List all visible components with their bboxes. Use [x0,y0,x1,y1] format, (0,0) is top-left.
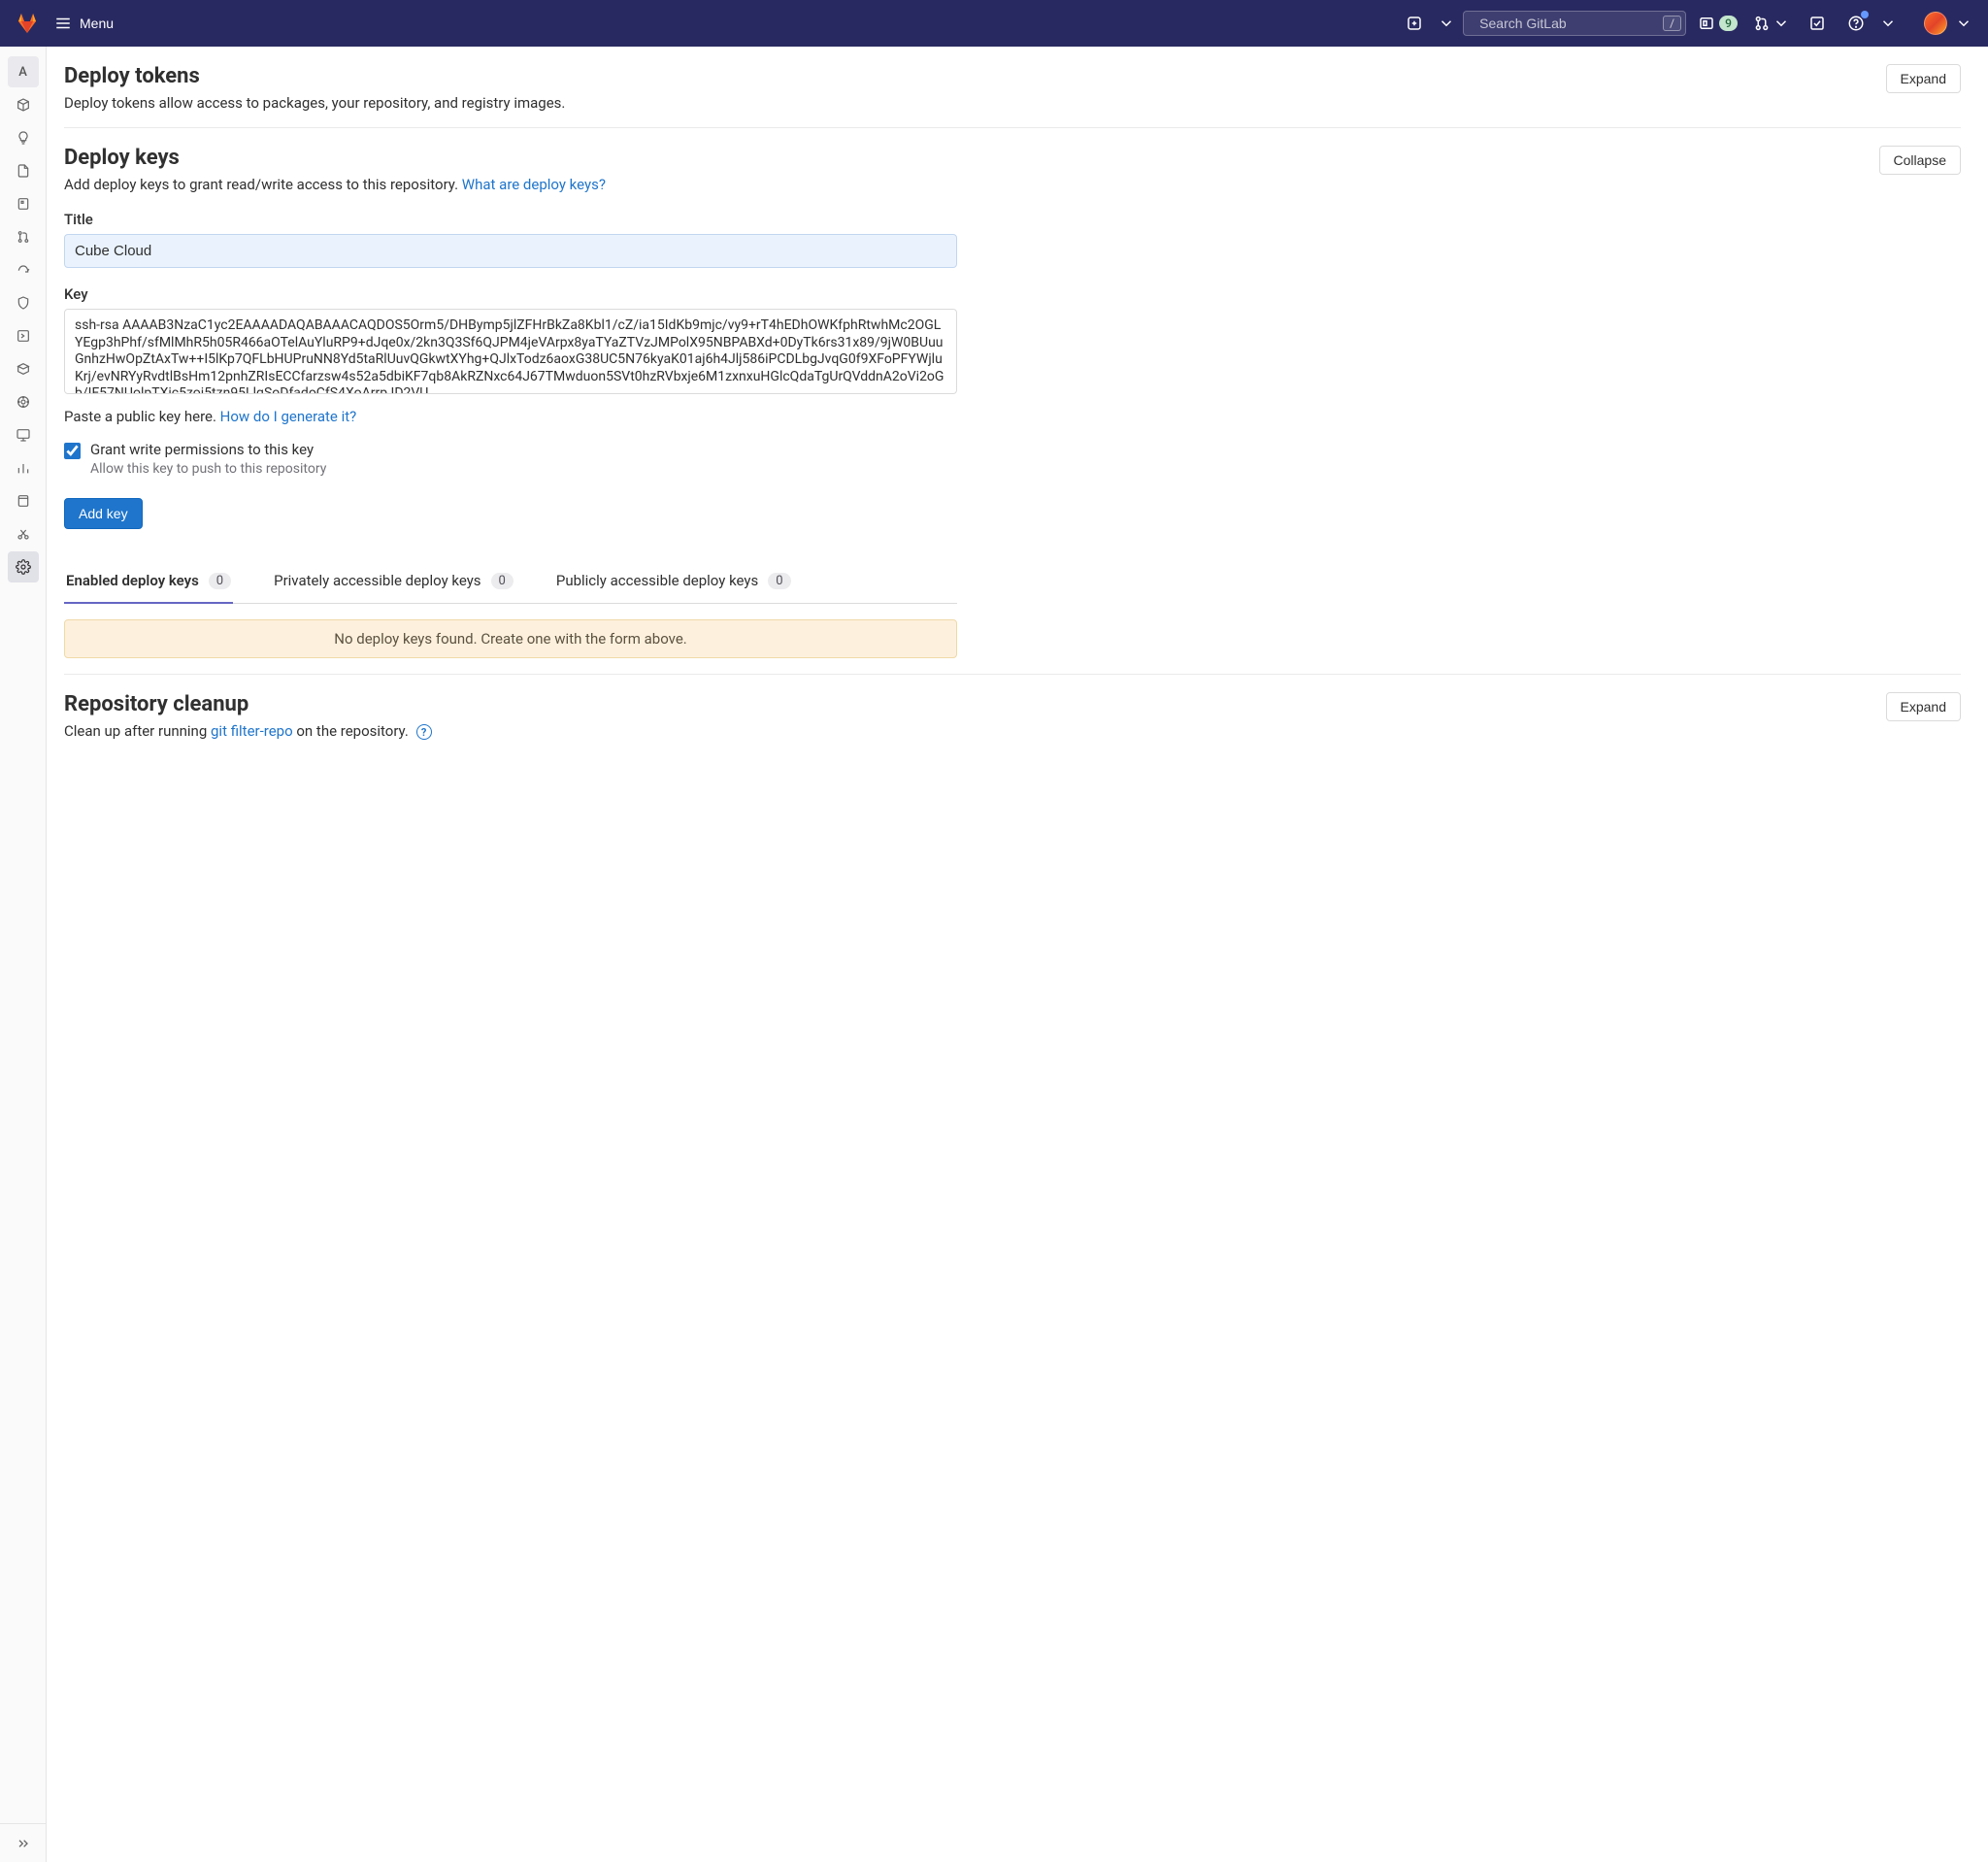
chevron-down-icon[interactable] [1438,8,1455,39]
issues-nav-icon[interactable]: 9 [1694,8,1741,39]
sidebar-snippets-icon[interactable] [8,518,39,549]
key-hint: Paste a public key here. How do I genera… [64,408,957,425]
sidebar-cicd-icon[interactable] [8,254,39,285]
deploy-keys-title: Deploy keys [64,146,606,170]
menu-button[interactable]: Menu [47,9,121,38]
gitlab-logo-icon[interactable] [16,12,39,35]
help-icon[interactable]: ? [416,724,432,740]
empty-deploy-keys: No deploy keys found. Create one with th… [64,619,957,658]
sidebar-monitor-icon[interactable] [8,419,39,450]
search-box[interactable]: / [1463,11,1686,36]
deploy-tokens-description: Deploy tokens allow access to packages, … [64,94,565,112]
sidebar-collapse-icon[interactable] [0,1823,46,1862]
title-input[interactable] [64,234,957,268]
sidebar-wiki-icon[interactable] [8,485,39,516]
deploy-keys-section: Deploy keys Add deploy keys to grant rea… [64,128,1961,675]
title-label: Title [64,211,957,228]
todos-nav-icon[interactable] [1802,8,1833,39]
deploy-tokens-title: Deploy tokens [64,64,565,88]
deploy-keys-tabs: Enabled deploy keys 0 Privately accessib… [64,558,957,604]
user-avatar[interactable] [1924,12,1947,35]
menu-label: Menu [80,16,114,31]
plus-icon[interactable] [1399,8,1430,39]
write-perm-help: Allow this key to push to this repositor… [90,461,326,477]
key-textarea[interactable] [64,309,957,394]
what-are-deploy-keys-link[interactable]: What are deploy keys? [462,176,606,193]
sidebar-analytics-icon[interactable] [8,452,39,483]
help-notification-dot [1861,11,1869,18]
search-kbd: / [1663,16,1681,31]
expand-cleanup-button[interactable]: Expand [1886,692,1961,721]
key-label: Key [64,285,957,303]
deploy-tokens-section: Deploy tokens Deploy tokens allow access… [64,58,1961,128]
git-filter-repo-link[interactable]: git filter-repo [211,722,293,740]
chevron-down-icon[interactable] [1955,8,1972,39]
left-sidebar: A [0,47,47,1862]
issues-badge: 9 [1719,16,1738,31]
sidebar-packages-icon[interactable] [8,353,39,384]
expand-deploy-tokens-button[interactable]: Expand [1886,64,1961,93]
help-nav-icon[interactable] [1840,8,1872,39]
sidebar-settings-icon[interactable] [8,551,39,582]
tab-enabled-keys[interactable]: Enabled deploy keys 0 [64,558,233,603]
project-avatar[interactable]: A [8,56,39,87]
tab-private-keys[interactable]: Privately accessible deploy keys 0 [272,558,515,603]
sidebar-lightbulb-icon[interactable] [8,122,39,153]
sidebar-issues-icon[interactable] [8,188,39,219]
generate-key-link[interactable]: How do I generate it? [220,408,357,425]
cleanup-title: Repository cleanup [64,692,432,716]
sidebar-repository-icon[interactable] [8,155,39,186]
top-navbar: Menu / 9 [0,0,1988,47]
tab-public-keys[interactable]: Publicly accessible deploy keys 0 [554,558,793,603]
cleanup-description: Clean up after running git filter-repo o… [64,722,432,740]
collapse-deploy-keys-button[interactable]: Collapse [1879,146,1961,175]
search-input[interactable] [1479,16,1655,31]
cleanup-section: Repository cleanup Clean up after runnin… [64,675,1961,755]
write-perm-checkbox[interactable] [64,443,81,459]
sidebar-security-icon[interactable] [8,287,39,318]
sidebar-infrastructure-icon[interactable] [8,386,39,417]
merge-requests-nav-icon[interactable] [1749,8,1794,39]
sidebar-merge-requests-icon[interactable] [8,221,39,252]
deploy-keys-description: Add deploy keys to grant read/write acce… [64,176,606,193]
sidebar-deployments-icon[interactable] [8,320,39,351]
main-content: Deploy tokens Deploy tokens allow access… [47,47,1988,1862]
chevron-down-icon[interactable] [1879,8,1897,39]
add-key-button[interactable]: Add key [64,498,143,529]
sidebar-project-icon[interactable] [8,89,39,120]
write-perm-label: Grant write permissions to this key [90,441,326,458]
